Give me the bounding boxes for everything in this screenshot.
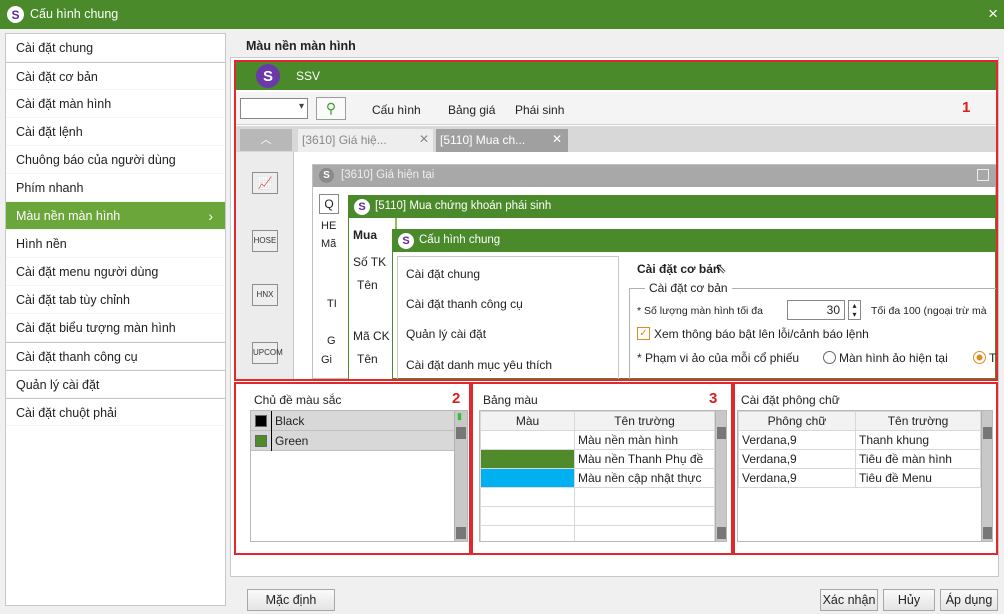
sidebar-item-background-color[interactable]: Màu nền màn hình › xyxy=(6,202,225,230)
sidebar-item-wallpaper[interactable]: Hình nền xyxy=(6,230,225,258)
sidebar-item-general[interactable]: Cài đặt chung xyxy=(6,34,225,62)
sidebar-item-user-menu[interactable]: Cài đặt menu người dùng xyxy=(6,258,225,286)
sidebar-item-label: Màu nền màn hình xyxy=(16,209,121,223)
sidebar-item-toolbar[interactable]: Cài đặt thanh công cụ xyxy=(6,342,225,370)
sidebar-item-custom-tab[interactable]: Cài đặt tab tùy chỉnh xyxy=(6,286,225,314)
sidebar-item-screen[interactable]: Cài đặt màn hình xyxy=(6,90,225,118)
cancel-button[interactable]: Hủy xyxy=(883,589,935,611)
window-title: Cấu hình chung xyxy=(30,7,119,21)
sidebar-item-manage[interactable]: Quản lý cài đặt xyxy=(6,370,225,398)
page-title: Màu nền màn hình xyxy=(246,39,356,53)
app-logo-icon: S xyxy=(7,6,24,23)
apply-button[interactable]: Áp dụng xyxy=(940,589,998,611)
default-button[interactable]: Mặc định xyxy=(247,589,335,611)
region-box-3 xyxy=(471,382,733,555)
sidebar-item-basic[interactable]: Cài đặt cơ bản xyxy=(6,62,225,90)
confirm-button[interactable]: Xác nhận xyxy=(820,589,878,611)
chevron-right-icon: › xyxy=(208,208,213,224)
region-box-4 xyxy=(733,382,998,555)
sidebar-item-right-click[interactable]: Cài đặt chuột phải xyxy=(6,398,225,426)
region-box-1 xyxy=(234,60,998,381)
settings-sidebar: Cài đặt chung Cài đặt cơ bản Cài đặt màn… xyxy=(5,33,226,606)
sidebar-item-order[interactable]: Cài đặt lệnh xyxy=(6,118,225,146)
region-box-2 xyxy=(234,382,471,555)
window-titlebar: S Cấu hình chung × xyxy=(0,0,1004,29)
sidebar-item-screen-icon[interactable]: Cài đặt biểu tượng màn hình xyxy=(6,314,225,342)
sidebar-item-alerts[interactable]: Chuông báo của người dùng xyxy=(6,146,225,174)
close-icon[interactable]: × xyxy=(988,4,998,24)
sidebar-item-hotkeys[interactable]: Phím nhanh xyxy=(6,174,225,202)
